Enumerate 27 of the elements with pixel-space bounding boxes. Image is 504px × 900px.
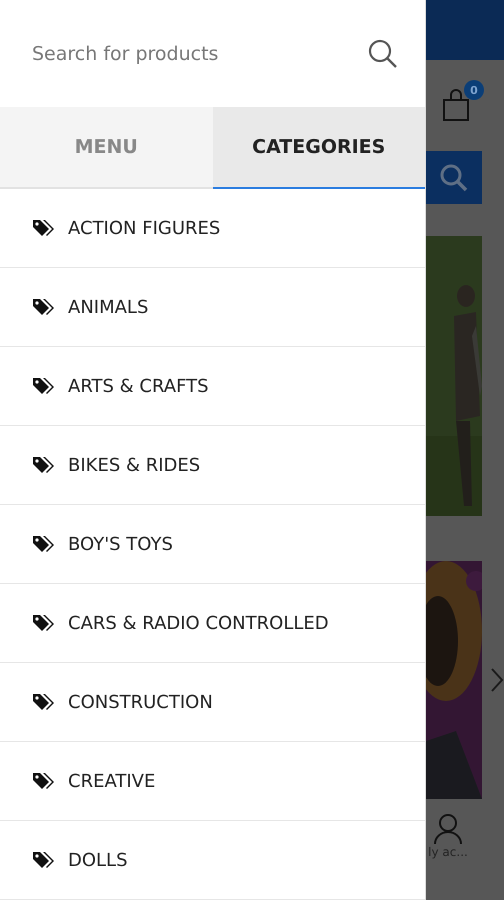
category-label: DOLLS	[68, 850, 128, 870]
category-item[interactable]: ACTION FIGURES	[0, 189, 425, 268]
category-label: CONSTRUCTION	[68, 692, 213, 712]
category-item[interactable]: CARS & RADIO CONTROLLED	[0, 584, 425, 663]
category-item[interactable]: CREATIVE	[0, 742, 425, 821]
category-label: ARTS & CRAFTS	[68, 376, 209, 396]
search-button[interactable]	[426, 151, 482, 204]
category-label: BOY'S TOYS	[68, 534, 173, 554]
search-field[interactable]: Search for products	[32, 42, 367, 65]
category-item[interactable]: BOY'S TOYS	[0, 505, 425, 584]
cart-count: 0	[464, 80, 484, 100]
category-label: BIKES & RIDES	[68, 454, 200, 476]
category-label: CARS & RADIO CONTROLLED	[68, 612, 329, 634]
shopping-bag-icon[interactable]	[442, 88, 472, 122]
user-icon[interactable]	[433, 813, 463, 845]
category-label: ACTION FIGURES	[68, 218, 220, 238]
category-label: ANIMALS	[68, 296, 148, 318]
category-item[interactable]: ARTS & CRAFTS	[0, 347, 425, 426]
search-icon[interactable]	[367, 38, 399, 70]
category-label: CREATIVE	[68, 770, 156, 792]
category-item[interactable]: DOLLS	[0, 821, 425, 900]
search-icon	[439, 162, 469, 192]
chevron-right-icon[interactable]	[490, 667, 504, 693]
tab[interactable]: CATEGORIES	[212, 107, 425, 189]
category-item[interactable]: CONSTRUCTION	[0, 663, 425, 742]
category-item[interactable]: ANIMALS	[0, 268, 425, 347]
category-item[interactable]: BIKES & RIDES	[0, 426, 425, 505]
